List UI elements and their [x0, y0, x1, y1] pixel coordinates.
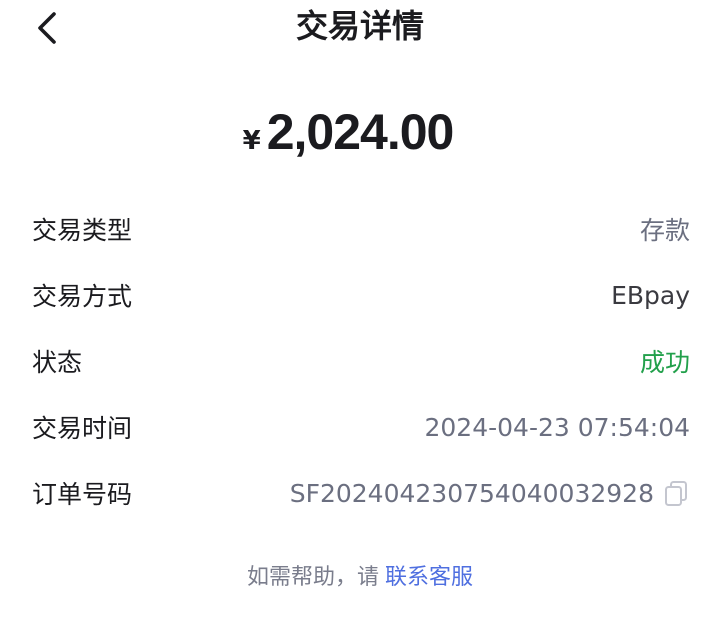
- detail-row-order: 订单号码 SF202404230754040032928: [32, 460, 690, 526]
- detail-list: 交易类型 存款 交易方式 EBpay 状态 成功 交易时间 2024-04-23…: [32, 196, 690, 526]
- order-number-container: SF202404230754040032928: [290, 479, 690, 508]
- amount-value: 2,024.00: [266, 104, 455, 160]
- page-title: 交易详情: [295, 7, 424, 45]
- detail-row-method: 交易方式 EBpay: [32, 262, 690, 328]
- detail-label: 交易类型: [32, 216, 133, 245]
- help-footer: 如需帮助，请 联系客服: [0, 560, 720, 596]
- detail-label: 状态: [32, 348, 83, 377]
- detail-value: 2024-04-23 07:54:04: [424, 412, 690, 442]
- order-number-value: SF202404230754040032928: [289, 478, 654, 508]
- help-prefix: 如需帮助，请: [246, 565, 379, 590]
- copy-icon[interactable]: [662, 479, 690, 507]
- contact-support-link[interactable]: 联系客服: [385, 565, 473, 590]
- header-bar: 交易详情: [0, 0, 720, 52]
- detail-label: 订单号码: [32, 480, 133, 509]
- currency-symbol: ¥: [242, 126, 261, 156]
- transaction-amount: ¥2,024.00: [0, 100, 696, 176]
- detail-row-status: 状态 成功: [32, 328, 690, 394]
- detail-row-time: 交易时间 2024-04-23 07:54:04: [32, 394, 690, 460]
- detail-value: 存款: [639, 216, 690, 245]
- detail-label: 交易时间: [32, 414, 133, 443]
- status-value: 成功: [639, 348, 690, 377]
- detail-value: EBpay: [611, 280, 690, 310]
- detail-row-type: 交易类型 存款: [32, 196, 690, 262]
- detail-label: 交易方式: [32, 282, 133, 311]
